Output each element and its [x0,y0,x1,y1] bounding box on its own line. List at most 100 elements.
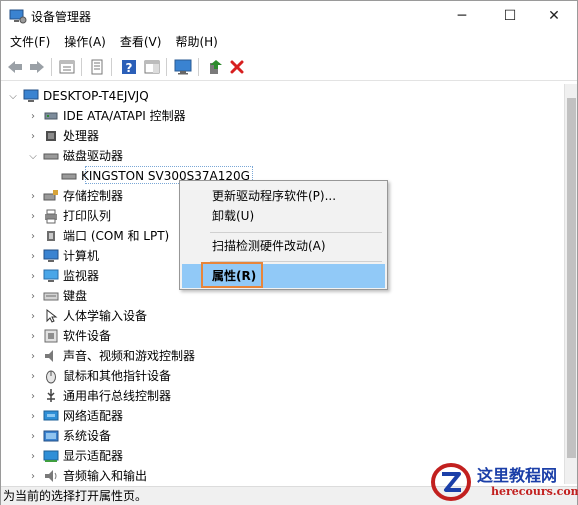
tree-category-item[interactable]: › 打印队列 [27,206,111,226]
hid-icon [43,308,59,324]
maximize-icon: ☐ [503,8,517,24]
svg-text:?: ? [126,61,133,75]
tree-category-item[interactable]: › 键盘 [27,286,87,306]
tree-category-item[interactable]: › 人体学输入设备 [27,306,147,326]
watermark-en: herecours.com [491,485,578,498]
software-device-icon [43,328,59,344]
chevron-down-icon[interactable]: ⌵ [7,90,19,102]
tree-category-label: 软件设备 [63,329,112,343]
tree-category-item[interactable]: › 显示适配器 [27,446,123,466]
tree-category-label: 人体学输入设备 [63,309,148,323]
tree-category-item[interactable]: › 计算机 [27,246,99,266]
tree-category-item[interactable]: › 网络适配器 [27,406,123,426]
tree-category-item[interactable]: › 软件设备 [27,326,111,346]
tree-root[interactable]: ⌵ DESKTOP-T4EJVJQ [7,86,148,106]
device-manager-window: 设备管理器 ─ ☐ ✕ 文件(F) 操作(A) 查看(V) 帮助(H) ? ⌵ … [0,0,578,505]
chevron-right-icon[interactable]: › [27,370,39,382]
menu-uninstall[interactable]: 卸载(U) [182,204,385,228]
chevron-right-icon[interactable]: › [27,230,39,242]
chevron-right-icon[interactable]: › [27,190,39,202]
tree-category-label: 计算机 [63,249,100,263]
menu-bar: 文件(F) 操作(A) 查看(V) 帮助(H) [1,31,577,53]
tree-category-item[interactable]: › 系统设备 [27,426,111,446]
computer-root-icon [23,88,39,104]
display-adapter-icon [43,448,59,464]
chevron-right-icon[interactable]: › [27,410,39,422]
forward-button[interactable] [27,57,47,77]
vertical-scrollbar[interactable] [564,84,577,484]
minimize-icon: ─ [457,8,467,24]
window-title: 设备管理器 [31,10,92,24]
uninstall-icon [230,60,244,74]
chevron-right-icon[interactable]: › [27,430,39,442]
toolbar-separator [111,58,112,76]
toolbar-separator [166,58,167,76]
menu-file[interactable]: 文件(F) [3,31,57,53]
toolbar: ? [1,53,577,81]
action-pane-icon [144,60,160,74]
watermark: 这里教程网 herecours.com [431,460,578,505]
tree-category-item[interactable]: › 鼠标和其他指针设备 [27,366,171,386]
chevron-right-icon[interactable]: › [27,250,39,262]
chevron-down-icon[interactable]: ⌵ [27,150,39,162]
tree-device-item[interactable]: KINGSTON SV300S37A120G [61,166,250,186]
maximize-button[interactable]: ☐ [487,1,533,31]
chevron-right-icon[interactable]: › [27,470,39,482]
tree-category-item[interactable]: › IDE ATA/ATAPI 控制器 [27,106,186,126]
close-icon: ✕ [548,8,560,24]
audio-io-icon [43,468,59,484]
chevron-right-icon[interactable]: › [27,110,39,122]
watermark-cn: 这里教程网 [477,466,558,485]
tree-category-item[interactable]: › 通用串行总线控制器 [27,386,171,406]
properties-highlight-box [201,262,263,288]
tree-category-label: 显示适配器 [63,449,124,463]
scrollbar-thumb[interactable] [567,98,576,458]
toolbar-separator [198,58,199,76]
tree-category-label: 存储控制器 [63,189,124,203]
chevron-right-icon[interactable]: › [27,450,39,462]
menu-help[interactable]: 帮助(H) [168,31,224,53]
disk-drive-icon [61,168,77,184]
toolbar-separator [51,58,52,76]
disk-drive-icon [43,148,59,164]
chevron-right-icon[interactable]: › [27,310,39,322]
help-button[interactable]: ? [119,57,139,77]
watermark-logo-icon [431,463,471,501]
show-hidden-button[interactable] [87,57,107,77]
chevron-right-icon[interactable]: › [27,270,39,282]
menu-action[interactable]: 操作(A) [57,31,113,53]
chevron-right-icon[interactable]: › [27,290,39,302]
chevron-right-icon[interactable]: › [27,390,39,402]
minimize-button[interactable]: ─ [439,1,485,31]
back-button[interactable] [5,57,25,77]
chevron-right-icon[interactable]: › [27,210,39,222]
menu-scan-hardware[interactable]: 扫描检测硬件改动(A) [182,234,385,258]
action-pane-button[interactable] [142,57,162,77]
tree-category-label: 磁盘驱动器 [63,149,124,163]
chevron-right-icon[interactable]: › [27,350,39,362]
update-driver-button[interactable] [205,57,225,77]
properties-view-button[interactable] [57,57,77,77]
tree-category-label: 音频输入和输出 [63,469,148,483]
close-button[interactable]: ✕ [531,1,577,31]
tree-category-item[interactable]: › 监视器 [27,266,99,286]
print-queue-icon [43,208,59,224]
update-driver-icon [210,60,222,74]
tree-category-item[interactable]: › 存储控制器 [27,186,123,206]
computer-icon [43,248,59,264]
title-bar[interactable]: 设备管理器 ─ ☐ ✕ [1,1,577,31]
tree-category-item[interactable]: ⌵ 磁盘驱动器 [27,146,123,166]
tree-category-item[interactable]: › 处理器 [27,126,99,146]
monitor-icon [43,268,59,284]
chevron-right-icon[interactable]: › [27,130,39,142]
tree-category-item[interactable]: › 声音、视频和游戏控制器 [27,346,195,366]
tree-category-item[interactable]: › 端口 (COM 和 LPT) [27,226,169,246]
uninstall-button[interactable] [227,57,247,77]
scan-hardware-button[interactable] [173,57,193,77]
chevron-right-icon[interactable]: › [27,330,39,342]
tree-category-item[interactable]: › 音频输入和输出 [27,466,147,484]
show-hidden-icon [91,59,103,75]
menu-separator [210,232,382,233]
tree-category-label: 鼠标和其他指针设备 [63,369,172,383]
menu-view[interactable]: 查看(V) [113,31,169,53]
